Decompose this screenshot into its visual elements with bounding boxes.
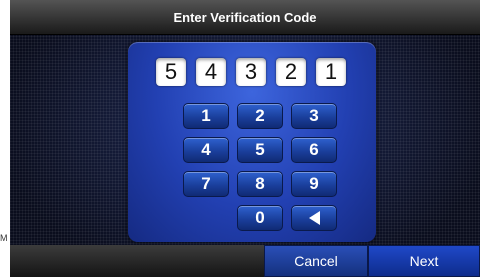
backspace-button[interactable] xyxy=(291,205,337,231)
key-1[interactable]: 1 xyxy=(183,103,229,129)
key-7[interactable]: 7 xyxy=(183,171,229,197)
keypad-panel: 5 4 3 2 1 1 2 3 4 5 6 7 8 9 0 xyxy=(128,42,376,242)
key-6[interactable]: 6 xyxy=(291,137,337,163)
code-digit-1: 5 xyxy=(156,58,186,86)
side-label: M xyxy=(0,233,8,243)
key-4[interactable]: 4 xyxy=(183,137,229,163)
key-0[interactable]: 0 xyxy=(237,205,283,231)
title-bar: Enter Verification Code xyxy=(10,0,480,35)
code-digit-5: 1 xyxy=(316,58,346,86)
screen: Enter Verification Code 5 4 3 2 1 1 2 3 … xyxy=(10,0,480,277)
backspace-arrow-icon xyxy=(308,211,320,225)
page-title: Enter Verification Code xyxy=(173,9,317,25)
key-8[interactable]: 8 xyxy=(237,171,283,197)
code-digit-3: 3 xyxy=(236,58,266,86)
key-5[interactable]: 5 xyxy=(237,137,283,163)
key-9[interactable]: 9 xyxy=(291,171,337,197)
key-2[interactable]: 2 xyxy=(237,103,283,129)
next-button[interactable]: Next xyxy=(368,245,480,277)
key-3[interactable]: 3 xyxy=(291,103,337,129)
cancel-button[interactable]: Cancel xyxy=(264,245,368,277)
code-digit-2: 4 xyxy=(196,58,226,86)
code-digit-4: 2 xyxy=(276,58,306,86)
